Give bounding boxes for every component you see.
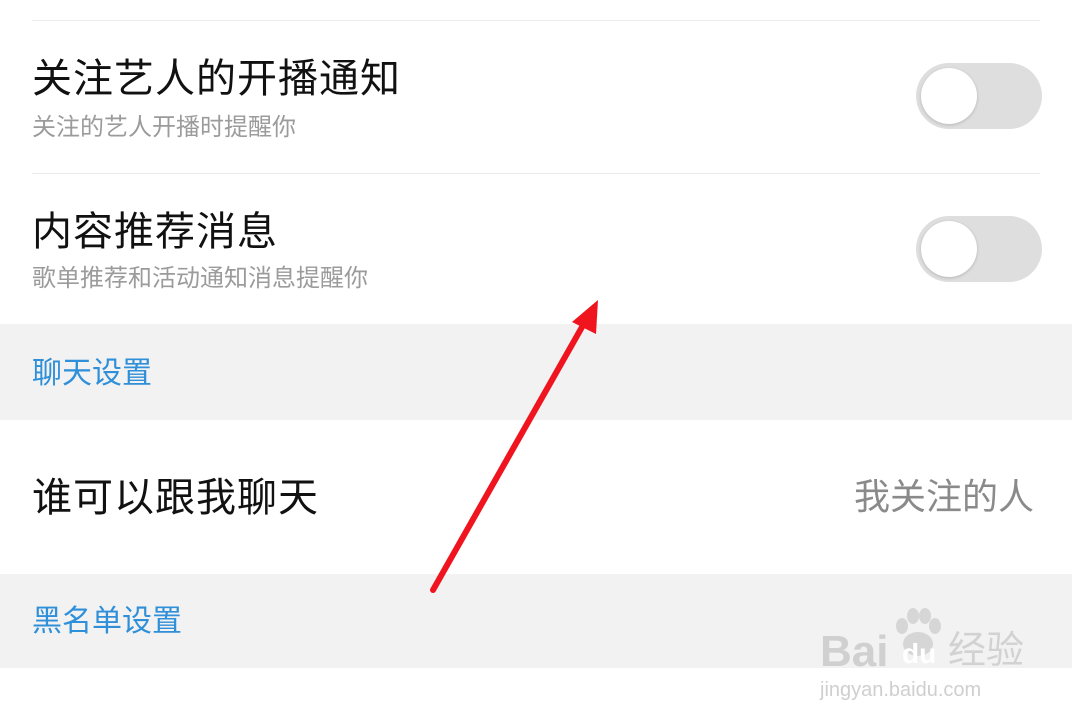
recommend-title: 内容推荐消息 <box>32 209 278 255</box>
who-can-chat-value: 我关注的人 <box>853 477 1034 518</box>
toggle-knob <box>921 68 977 124</box>
setting-row-recommend: 内容推荐消息 歌单推荐和活动通知消息提醒你 <box>0 174 1072 324</box>
setting-row-who-can-chat[interactable]: 谁可以跟我聊天 我关注的人 <box>0 420 1072 574</box>
watermark-product: 经验 <box>948 630 1025 672</box>
toggle-knob <box>921 221 977 277</box>
follow-artist-subtitle: 关注的艺人开播时提醒你 <box>32 113 296 141</box>
baidu-watermark: Bai du 经验 jingyan.baidu.com <box>820 600 1060 710</box>
watermark-brand-suffix: du <box>902 638 937 669</box>
chat-section-header: 聊天设置 <box>0 324 1072 420</box>
setting-row-follow-artist: 关注艺人的开播通知 关注的艺人开播时提醒你 <box>0 21 1072 173</box>
who-can-chat-label: 谁可以跟我聊天 <box>32 475 319 521</box>
watermark-url: jingyan.baidu.com <box>820 679 982 701</box>
recommend-subtitle: 歌单推荐和活动通知消息提醒你 <box>32 264 368 292</box>
follow-artist-title: 关注艺人的开播通知 <box>32 56 401 102</box>
recommend-toggle[interactable] <box>916 216 1042 282</box>
watermark-brand: Bai <box>820 627 889 676</box>
follow-artist-toggle[interactable] <box>916 63 1042 129</box>
chat-section-title: 聊天设置 <box>32 356 152 391</box>
blacklist-section-title: 黑名单设置 <box>32 604 182 639</box>
